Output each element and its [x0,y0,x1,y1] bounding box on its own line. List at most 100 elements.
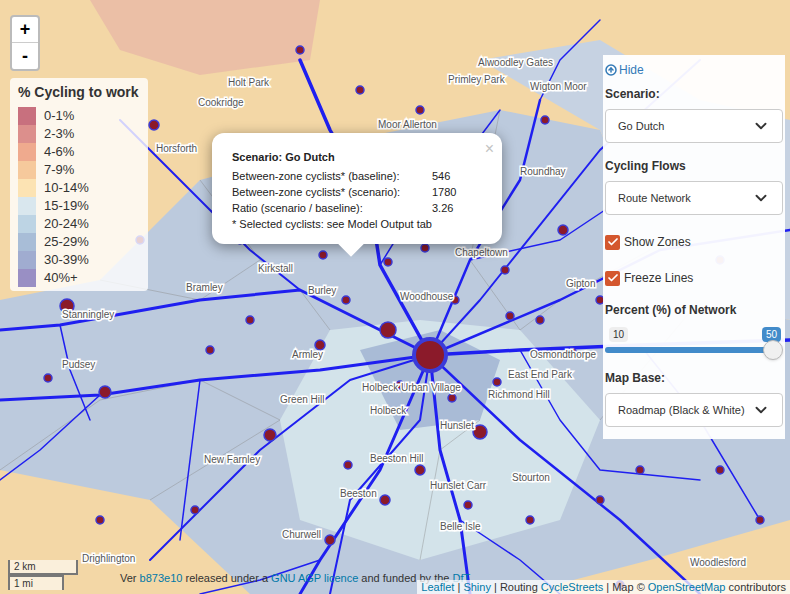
legend-label: 2-3% [44,124,74,144]
legend-item: 30-39% [18,251,140,269]
attribution-text[interactable]: CycleStreets [541,581,603,593]
popup-value: 1780 [432,184,482,200]
zone-centroid[interactable] [325,535,335,545]
legend-label: 10-14% [44,178,89,198]
slider-thumb[interactable] [763,340,783,360]
zone-centroid[interactable] [636,466,644,474]
zone-centroid[interactable] [356,86,364,94]
place-label: Gipton [566,278,595,289]
popup-label: Between-zone cyclists* (baseline): [232,168,432,184]
place-label: Hunslet Carr [430,480,487,491]
place-label: Holt Park [228,77,270,88]
zone-centroid[interactable] [206,346,214,354]
zone-centroid[interactable] [384,258,392,266]
flows-select[interactable]: Route Network [605,181,783,215]
legend-item: 15-19% [18,197,140,215]
zone-centroid[interactable] [596,496,604,504]
zone-centroid[interactable] [99,386,111,398]
zone-centroid[interactable] [96,516,104,524]
place-label: Roundhay [520,166,566,177]
zone-centroid[interactable] [380,322,396,338]
hide-label: Hide [619,61,644,79]
place-label: Stourton [512,472,550,483]
legend-item: 2-3% [18,125,140,143]
zone-centroid[interactable] [506,312,514,320]
zone-centroid[interactable] [536,316,544,324]
place-label: Cookridge [198,97,244,108]
zone-centroid[interactable] [558,225,568,235]
popup: ×Scenario: Go DutchBetween-zone cyclists… [212,133,502,244]
zone-centroid[interactable] [464,501,472,509]
hide-button[interactable]: Hide [605,61,783,79]
scale-bar: 2 km1 mi [8,560,78,590]
zone-centroid[interactable] [342,296,350,304]
zone-centroid[interactable] [264,429,276,441]
attribution-text[interactable]: Shiny [463,581,491,593]
slider-fill [605,347,773,353]
legend-item: 10-14% [18,179,140,197]
route-line[interactable] [0,395,100,480]
zone-centroid[interactable] [246,316,254,324]
attribution-text[interactable]: Leaflet [421,581,454,593]
place-label: Moor Allerton [378,119,437,130]
zoom-out-button[interactable]: - [12,43,38,69]
legend-label: 40%+ [44,268,78,288]
zone-centroid[interactable] [380,495,390,505]
popup-value: 546 [432,168,482,184]
legend-swatch [18,179,36,197]
route-line[interactable] [180,380,200,540]
zone-centroid[interactable] [756,516,764,524]
percent-label: Percent (%) of Network [605,301,783,319]
zone-centroid[interactable] [526,516,534,524]
zone-centroid[interactable] [191,506,199,514]
zone-centroid[interactable] [416,106,424,114]
zone-centroid[interactable] [493,378,501,386]
route-line[interactable] [0,355,430,400]
attribution-text[interactable]: OpenStreetMap [648,581,726,593]
zone-centroid[interactable] [44,374,52,382]
place-label: Beeston [340,488,377,499]
scenario-select[interactable]: Go Dutch [605,109,783,143]
zone-centroid[interactable] [473,425,487,439]
place-label: Woodhouse [400,291,454,302]
control-panel: HideScenario:Go DutchCycling FlowsRoute … [603,55,785,439]
place-label: Wigton Moor [530,81,587,92]
percent-slider[interactable]: 1050 [605,325,783,359]
attribution-text[interactable]: GNU AGP licence [271,572,358,584]
place-label: East End Park [508,369,573,380]
legend-item: 0-1% [18,107,140,125]
place-label: Holbeck Urban Village [362,382,461,393]
attribution-text: Ver [120,572,140,584]
app: Holt ParkAlwoodley GatesWigton MoorPriml… [0,0,790,594]
zone-centroid[interactable] [344,461,352,469]
attribution-text[interactable]: b873e10 [140,572,183,584]
zone-centroid[interactable] [149,120,159,130]
legend-item: 4-6% [18,143,140,161]
zone-centroid[interactable] [415,465,425,475]
legend-swatch [18,269,36,287]
zone-centroid[interactable] [421,244,429,252]
place-label: Holbeck [370,405,407,416]
zone-centroid[interactable] [716,466,724,474]
popup-close[interactable]: × [485,137,494,161]
checkbox-row[interactable]: Show Zones [605,233,783,251]
legend-swatch [18,125,36,143]
checkbox-row[interactable]: Freeze Lines [605,269,783,287]
map-base-select[interactable]: Roadmap (Black & White) [605,393,783,427]
place-label: New Farnley [204,454,260,465]
zoom-control: +- [10,15,40,71]
legend-label: 7-9% [44,160,74,180]
zone-centroid[interactable] [296,46,304,54]
zone-centroid[interactable] [501,266,509,274]
place-label: Drighlington [82,553,135,564]
legend-swatch [18,233,36,251]
zone-centroid[interactable] [541,116,549,124]
zone-centroid[interactable] [414,339,446,371]
route-line[interactable] [60,325,90,420]
checkbox[interactable] [605,235,620,250]
zoom-in-button[interactable]: + [12,17,38,43]
zone-centroid[interactable] [448,394,456,402]
popup-note: * Selected cyclists: see Model Output ta… [232,216,482,232]
zone-centroid[interactable] [319,251,327,259]
checkbox[interactable] [605,271,620,286]
